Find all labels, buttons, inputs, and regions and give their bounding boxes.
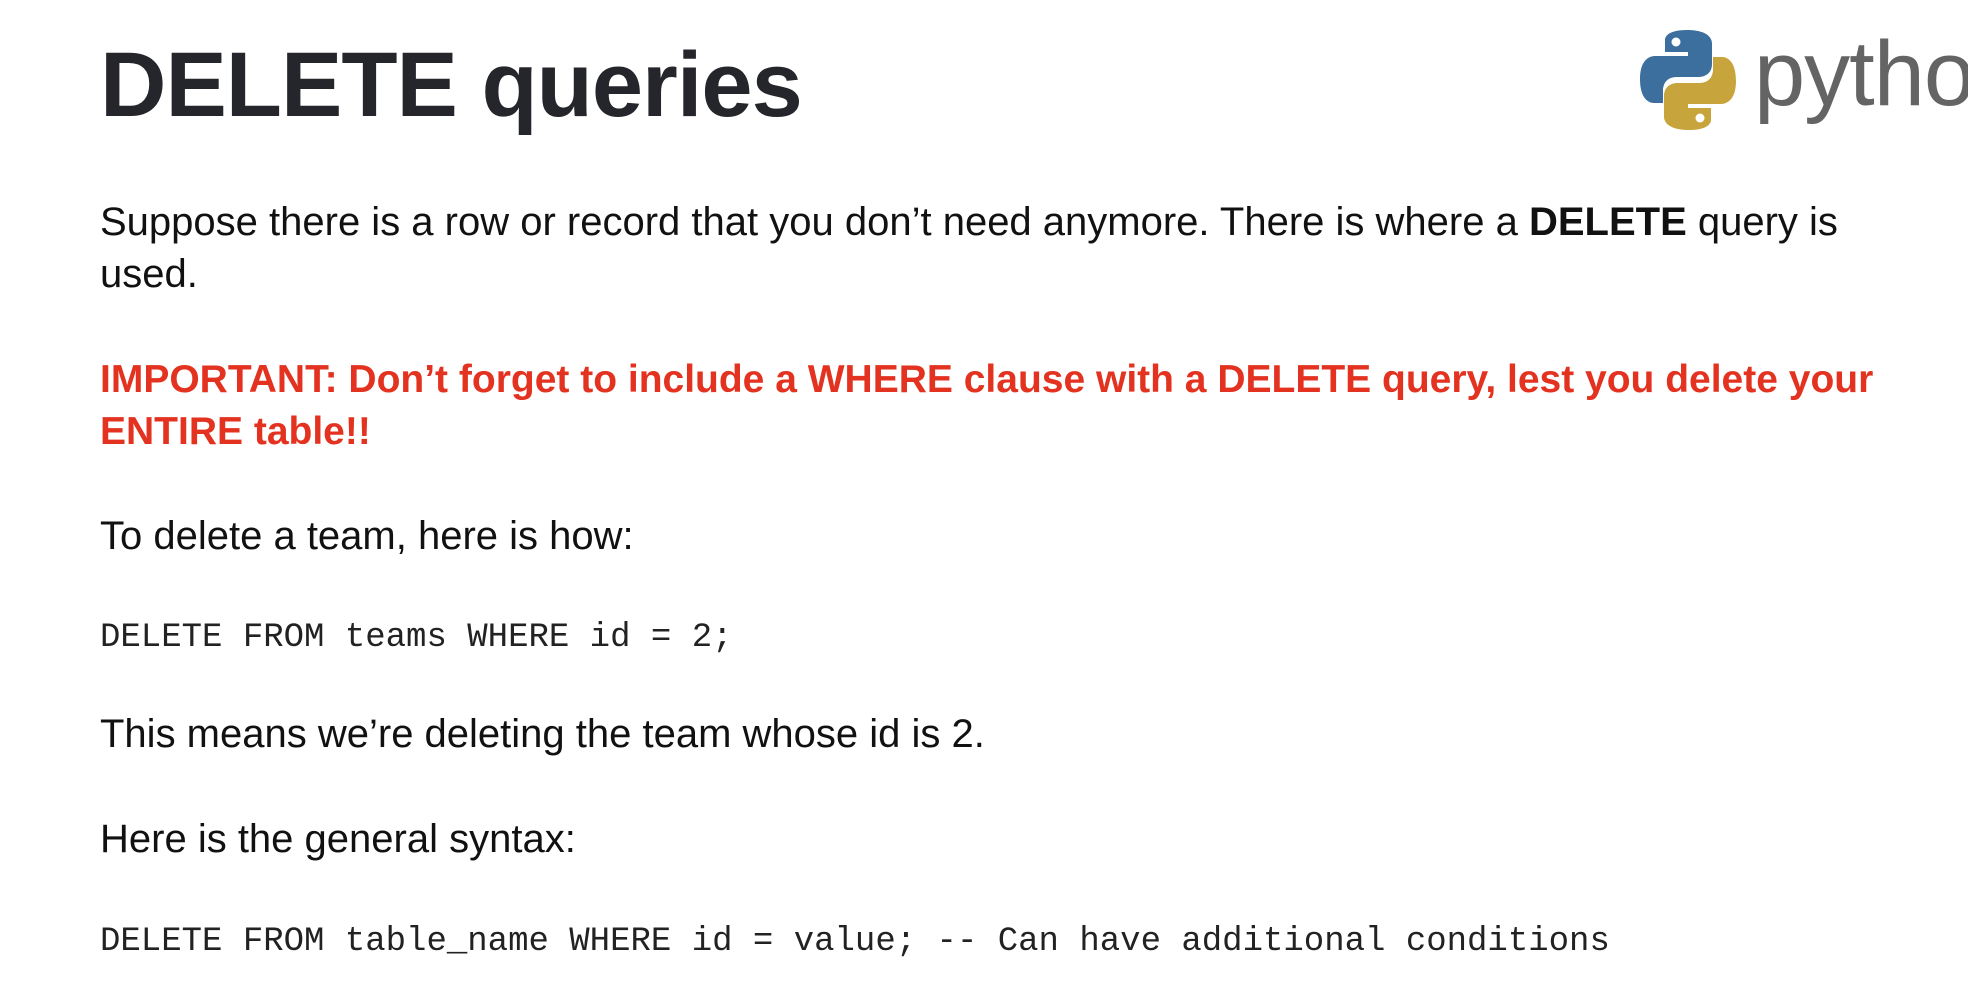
page-title: DELETE queries <box>100 34 803 136</box>
syntax-intro-paragraph: Here is the general syntax: <box>100 817 576 861</box>
intro-text-before: Suppose there is a row or record that yo… <box>100 200 1529 244</box>
python-wordmark: python <box>1754 28 1968 125</box>
warning-paragraph: IMPORTANT: Don’t forget to include a WHE… <box>100 358 1874 453</box>
howto-paragraph: To delete a team, here is how: <box>100 514 634 558</box>
explanation-paragraph: This means we’re deleting the team whose… <box>100 712 985 756</box>
slide: DELETE queries python Suppose there is a… <box>0 0 1968 986</box>
general-syntax-code: DELETE FROM table_name WHERE id = value;… <box>100 923 1610 961</box>
python-logo-icon <box>1640 30 1736 130</box>
example-code: DELETE FROM teams WHERE id = 2; <box>100 619 733 657</box>
python-logo: python <box>1636 28 1968 132</box>
intro-bold-keyword: DELETE <box>1528 200 1687 244</box>
intro-paragraph: Suppose there is a row or record that yo… <box>100 196 1900 300</box>
